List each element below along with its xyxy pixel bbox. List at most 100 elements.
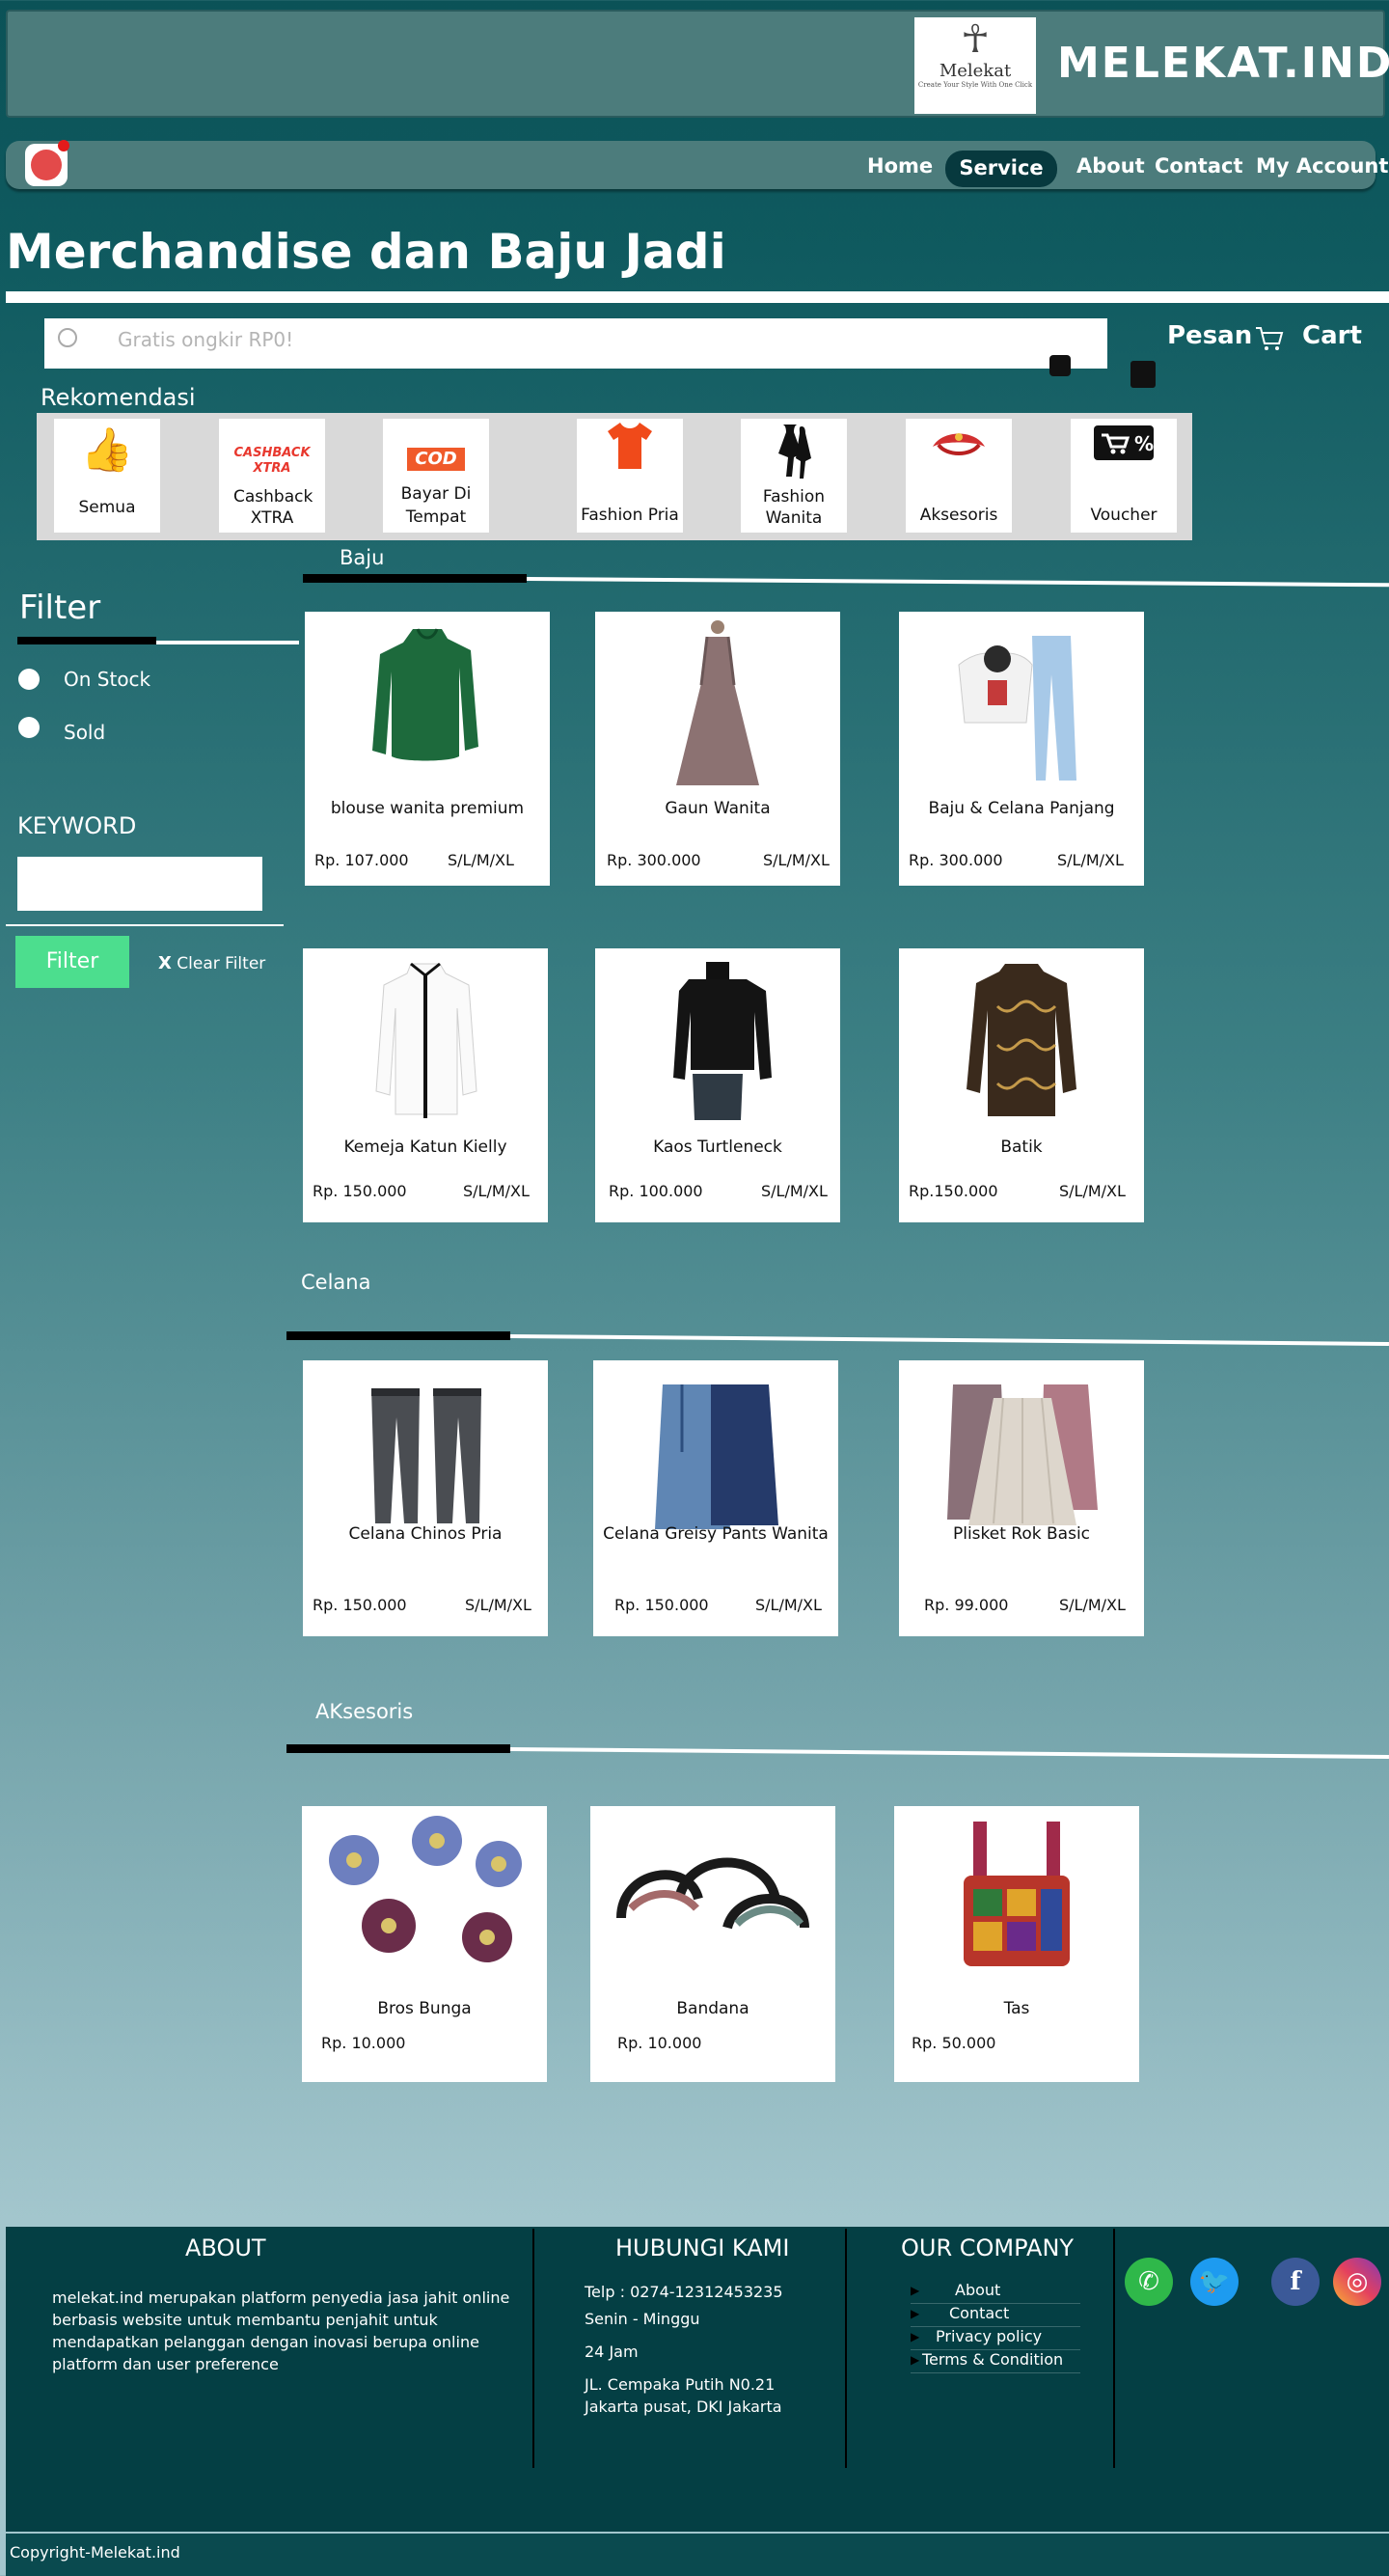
product-price: Rp. 150.000	[313, 1182, 407, 1200]
close-icon: X	[158, 953, 172, 973]
radio-on-stock[interactable]	[18, 669, 40, 690]
category-label: Aksesoris	[919, 506, 998, 525]
product-card[interactable]: Bandana Rp. 10.000	[590, 1806, 835, 2082]
page-title: Merchandise dan Baju Jadi	[6, 224, 726, 280]
camera-icon[interactable]	[1049, 355, 1071, 376]
product-image	[894, 1812, 1139, 1976]
category-cashback[interactable]: CASHBACK XTRA Cashback XTRA	[219, 419, 325, 533]
footer-divider	[532, 2229, 534, 2468]
footer-phone: Telp : 0274-12312453235	[585, 2283, 783, 2301]
category-label: Voucher	[1090, 506, 1158, 525]
footer-days: Senin - Minggu	[585, 2310, 700, 2328]
product-card[interactable]: Kaos Turtleneck Rp. 100.000 S/L/M/XL	[595, 948, 840, 1222]
section-divider	[303, 574, 527, 583]
product-size: S/L/M/XL	[463, 1182, 530, 1200]
product-size: S/L/M/XL	[1059, 1596, 1126, 1614]
product-price: Rp.150.000	[909, 1182, 998, 1200]
product-size: S/L/M/XL	[755, 1596, 822, 1614]
accessory-icon	[906, 419, 1012, 482]
product-image	[899, 954, 1144, 1126]
thumbs-up-icon: 👍	[80, 425, 134, 475]
site-logo[interactable]: ☥ Melekat Create Your Style With One Cli…	[914, 17, 1036, 114]
product-card[interactable]: Celana Chinos Pria Rp. 150.000 S/L/M/XL	[303, 1360, 548, 1636]
product-card[interactable]: Plisket Rok Basic Rp. 99.000 S/L/M/XL	[899, 1360, 1144, 1636]
category-fashion-pria[interactable]: Fashion Pria	[577, 419, 683, 533]
copyright-bar	[6, 2534, 1389, 2576]
product-card[interactable]: Baju & Celana Panjang Rp. 300.000 S/L/M/…	[899, 612, 1144, 886]
product-card[interactable]: Tas Rp. 50.000	[894, 1806, 1139, 2082]
logo-mark: ☥	[961, 17, 990, 62]
footer-about-title: ABOUT	[185, 2234, 266, 2261]
play-icon: ▶	[911, 2330, 920, 2343]
dress-icon	[741, 419, 847, 482]
category-voucher[interactable]: % Voucher	[1071, 419, 1177, 533]
category-aksesoris[interactable]: Aksesoris	[906, 419, 1012, 533]
product-size: S/L/M/XL	[761, 1182, 828, 1200]
product-size: S/L/M/XL	[763, 851, 830, 869]
product-price: Rp. 10.000	[617, 2034, 702, 2052]
radio-label: Sold	[64, 721, 106, 744]
company-link-about[interactable]: ▶ About	[911, 2281, 1080, 2304]
instagram-icon[interactable]: ◎	[1333, 2258, 1381, 2306]
company-link-terms[interactable]: ▶ Terms & Condition	[911, 2350, 1080, 2373]
facebook-icon[interactable]: f	[1271, 2258, 1320, 2306]
product-size: S/L/M/XL	[1057, 851, 1124, 869]
section-divider	[286, 1744, 510, 1753]
search-placeholder: Gratis ongkir RP0!	[118, 328, 294, 351]
product-name: Tas	[1003, 1999, 1030, 2018]
footer-hours: 24 Jam	[585, 2343, 639, 2361]
product-card[interactable]: Gaun Wanita Rp. 300.000 S/L/M/XL	[595, 612, 840, 886]
radio-sold[interactable]	[18, 717, 40, 738]
filter-divider	[156, 641, 299, 644]
product-card[interactable]: Celana Greisy Pants Wanita Rp. 150.000 S…	[593, 1360, 838, 1636]
product-card[interactable]: Kemeja Katun Kielly Rp. 150.000 S/L/M/XL	[303, 948, 548, 1222]
nav-home[interactable]: Home	[867, 154, 933, 178]
product-size: S/L/M/XL	[1059, 1182, 1126, 1200]
product-size: S/L/M/XL	[465, 1596, 531, 1614]
product-name: Kemeja Katun Kielly	[343, 1137, 507, 1157]
category-label: Bayar Di Tempat	[400, 484, 472, 527]
product-name: Kaos Turtleneck	[653, 1137, 782, 1157]
product-price: Rp. 150.000	[313, 1596, 407, 1614]
product-name: Bandana	[676, 1999, 749, 2018]
category-cod[interactable]: COD Bayar Di Tempat	[383, 419, 489, 533]
product-name: Batik	[1000, 1137, 1043, 1157]
keyword-divider	[6, 924, 284, 926]
product-price: Rp. 300.000	[607, 851, 701, 869]
nav-contact[interactable]: Contact	[1155, 154, 1243, 178]
cart-link[interactable]: Cart	[1302, 321, 1362, 350]
product-card[interactable]: Batik Rp.150.000 S/L/M/XL	[899, 948, 1144, 1222]
radio-label: On Stock	[64, 668, 151, 691]
company-link-privacy[interactable]: ▶ Privacy policy	[911, 2327, 1080, 2350]
whatsapp-icon[interactable]: ✆	[1125, 2258, 1173, 2306]
keyword-input[interactable]	[17, 857, 262, 911]
category-label: Cashback XTRA	[233, 487, 313, 528]
svg-text:%: %	[1134, 432, 1154, 455]
chat-icon[interactable]	[1130, 361, 1156, 388]
footer-address: JL. Cempaka Putih N0.21	[585, 2375, 776, 2394]
section-title-celana: Celana	[301, 1271, 371, 1294]
nav-about[interactable]: About	[1076, 154, 1145, 178]
clear-filter-button[interactable]: X Clear Filter	[158, 953, 265, 973]
logo-name: Melekat	[939, 61, 1012, 81]
category-semua[interactable]: 👍 Semua	[54, 419, 160, 533]
nav-my-account[interactable]: My Account	[1256, 154, 1388, 178]
pesan-link[interactable]: Pesan	[1167, 321, 1252, 350]
title-divider	[6, 291, 1389, 303]
product-price: Rp. 100.000	[609, 1182, 703, 1200]
product-image	[595, 954, 840, 1126]
twitter-icon[interactable]: 🐦	[1190, 2258, 1239, 2306]
section-title-aksesoris: AKsesoris	[315, 1700, 414, 1723]
nav-service[interactable]: Service	[945, 151, 1057, 187]
company-link-contact[interactable]: ▶ Contact	[911, 2304, 1080, 2327]
product-name: Plisket Rok Basic	[952, 1524, 1091, 1544]
section-divider	[509, 1747, 1389, 1759]
product-name: blouse wanita premium	[330, 799, 525, 818]
section-divider	[526, 577, 1389, 588]
product-card[interactable]: blouse wanita premium Rp. 107.000 S/L/M/…	[305, 612, 550, 886]
product-card[interactable]: Bros Bunga Rp. 10.000	[302, 1806, 547, 2082]
category-fashion-wanita[interactable]: Fashion Wanita	[741, 419, 847, 533]
filter-button[interactable]: Filter	[15, 936, 129, 988]
cart-icon[interactable]	[1254, 324, 1285, 361]
footer-contact-title: HUBUNGI KAMI	[615, 2234, 790, 2261]
